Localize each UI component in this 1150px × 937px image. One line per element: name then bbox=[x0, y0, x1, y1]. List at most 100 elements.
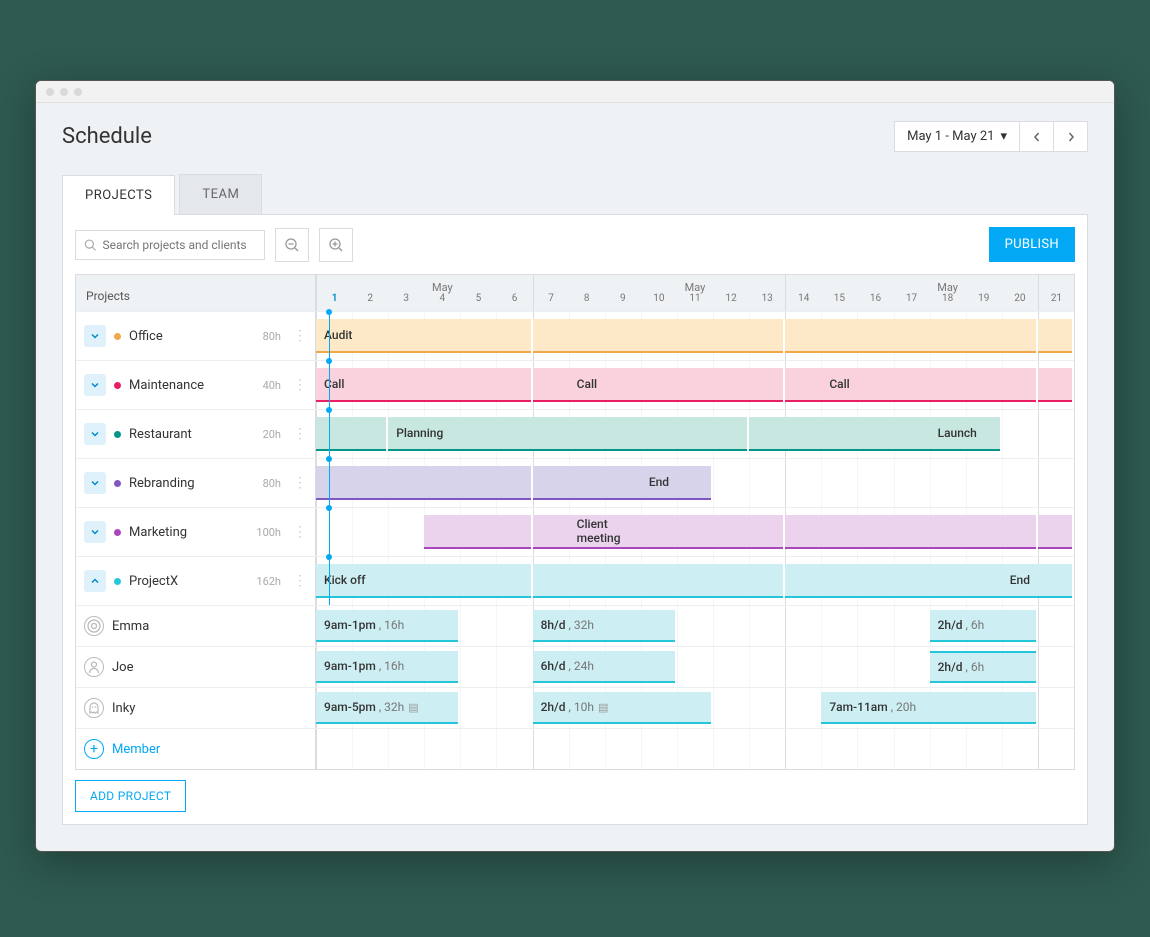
schedule-bar[interactable] bbox=[533, 319, 784, 353]
more-icon[interactable]: ⋮ bbox=[293, 332, 307, 340]
schedule-bar[interactable] bbox=[316, 466, 531, 500]
grid-cell bbox=[460, 729, 496, 769]
schedule-bar[interactable]: Launch bbox=[930, 417, 1000, 451]
grid-cell bbox=[966, 729, 1002, 769]
schedule-bar[interactable]: 9am-1pm, 16h bbox=[316, 651, 458, 683]
grid-cell bbox=[388, 729, 424, 769]
expand-toggle[interactable] bbox=[84, 521, 106, 543]
more-icon[interactable]: ⋮ bbox=[293, 528, 307, 536]
schedule-bar[interactable]: End bbox=[1002, 564, 1072, 598]
date-range-label: May 1 - May 21 bbox=[907, 129, 994, 144]
schedule-bar[interactable] bbox=[785, 515, 1036, 549]
grid-cell bbox=[1038, 647, 1074, 687]
project-hours: 80h bbox=[263, 477, 281, 490]
schedule-bar[interactable]: Client meeting bbox=[569, 515, 639, 549]
grid-cell bbox=[749, 606, 785, 646]
schedule-bar[interactable] bbox=[424, 515, 530, 549]
grid-cell bbox=[496, 729, 532, 769]
prev-button[interactable] bbox=[1020, 121, 1054, 152]
zoom-out-button[interactable] bbox=[275, 228, 309, 262]
schedule-bar[interactable]: Call bbox=[569, 368, 639, 402]
zoom-in-icon bbox=[328, 237, 344, 253]
project-hours: 100h bbox=[256, 526, 281, 539]
schedule-bar[interactable]: End bbox=[641, 466, 711, 500]
day-header: 7 bbox=[533, 293, 569, 311]
project-color-dot bbox=[114, 578, 121, 585]
expand-toggle[interactable] bbox=[84, 570, 106, 592]
date-range-picker[interactable]: May 1 - May 21 ▾ bbox=[894, 121, 1020, 152]
schedule-bar[interactable]: 9am-5pm, 32h▤ bbox=[316, 692, 458, 724]
schedule-bar[interactable]: Planning bbox=[388, 417, 494, 451]
day-header: 4 bbox=[424, 293, 460, 311]
schedule-bar[interactable]: Kick off bbox=[316, 564, 422, 598]
month-label bbox=[894, 275, 930, 293]
month-label bbox=[641, 275, 677, 293]
schedule-bar[interactable]: 2h/d, 6h bbox=[930, 651, 1036, 683]
day-header: 13 bbox=[749, 293, 785, 311]
traffic-light-icon bbox=[60, 88, 68, 96]
add-project-button[interactable]: ADD PROJECT bbox=[75, 780, 186, 812]
tab-team[interactable]: TEAM bbox=[179, 174, 262, 214]
grid-cell bbox=[496, 606, 532, 646]
schedule-bar[interactable]: 6h/d, 24h bbox=[533, 651, 675, 683]
grid-cell bbox=[352, 729, 388, 769]
tab-projects[interactable]: PROJECTS bbox=[62, 175, 175, 215]
expand-toggle[interactable] bbox=[84, 374, 106, 396]
schedule-bar[interactable]: Call bbox=[316, 368, 386, 402]
grid-cell bbox=[821, 647, 857, 687]
schedule-bar[interactable] bbox=[1038, 319, 1072, 353]
project-color-dot bbox=[114, 480, 121, 487]
day-header: 14 bbox=[785, 293, 821, 311]
grid-cell bbox=[1038, 410, 1074, 458]
grid-cell bbox=[894, 459, 930, 507]
grid-cell bbox=[785, 688, 821, 728]
expand-toggle[interactable] bbox=[84, 472, 106, 494]
schedule-bar[interactable]: 2h/d, 6h bbox=[930, 610, 1036, 642]
grid-cell bbox=[857, 606, 893, 646]
grid-cell bbox=[533, 729, 569, 769]
schedule-bar[interactable] bbox=[533, 564, 784, 598]
more-icon[interactable]: ⋮ bbox=[293, 577, 307, 585]
schedule-bar[interactable] bbox=[1038, 515, 1072, 549]
schedule-bar[interactable]: 9am-1pm, 16h bbox=[316, 610, 458, 642]
search-input[interactable] bbox=[103, 238, 257, 252]
schedule-bar[interactable]: Call bbox=[821, 368, 891, 402]
month-label: May bbox=[930, 275, 966, 293]
grid-cell bbox=[1038, 606, 1074, 646]
expand-toggle[interactable] bbox=[84, 423, 106, 445]
next-button[interactable] bbox=[1054, 121, 1088, 152]
schedule-bar[interactable]: 7am-11am, 20h bbox=[821, 692, 1036, 724]
grid-cell bbox=[460, 647, 496, 687]
schedule-row: Joe 9am-1pm, 16h 6h/d, 24h 2h/d, 6h bbox=[76, 646, 1074, 687]
publish-button[interactable]: PUBLISH bbox=[989, 227, 1075, 262]
grid-cell bbox=[460, 688, 496, 728]
expand-toggle[interactable] bbox=[84, 325, 106, 347]
add-member-row[interactable]: +Member bbox=[76, 728, 1074, 769]
schedule-bar[interactable]: 8h/d, 32h bbox=[533, 610, 675, 642]
more-icon[interactable]: ⋮ bbox=[293, 479, 307, 487]
schedule-bar[interactable] bbox=[316, 417, 386, 451]
grid-cell bbox=[677, 606, 713, 646]
schedule-bar[interactable]: 2h/d, 10h▤ bbox=[533, 692, 711, 724]
grid-cell bbox=[388, 508, 424, 556]
more-icon[interactable]: ⋮ bbox=[293, 430, 307, 438]
month-label bbox=[966, 275, 1002, 293]
schedule-bar[interactable] bbox=[785, 564, 1036, 598]
chevron-right-icon bbox=[1066, 132, 1076, 142]
month-label bbox=[1038, 275, 1074, 293]
month-label bbox=[605, 275, 641, 293]
grid-cell bbox=[424, 729, 460, 769]
schedule-bar[interactable] bbox=[785, 319, 1036, 353]
grid-cell bbox=[749, 459, 785, 507]
member-name: Joe bbox=[112, 660, 133, 675]
month-label bbox=[569, 275, 605, 293]
project-name: Marketing bbox=[129, 525, 187, 540]
zoom-in-button[interactable] bbox=[319, 228, 353, 262]
day-header: 2 bbox=[352, 293, 388, 311]
schedule-bar[interactable] bbox=[1038, 368, 1072, 402]
schedule-row: Office 80h ⋮Audit bbox=[76, 311, 1074, 360]
schedule-bar[interactable]: Audit bbox=[316, 319, 494, 353]
month-label bbox=[533, 275, 569, 293]
caret-down-icon: ▾ bbox=[1000, 129, 1007, 144]
more-icon[interactable]: ⋮ bbox=[293, 381, 307, 389]
